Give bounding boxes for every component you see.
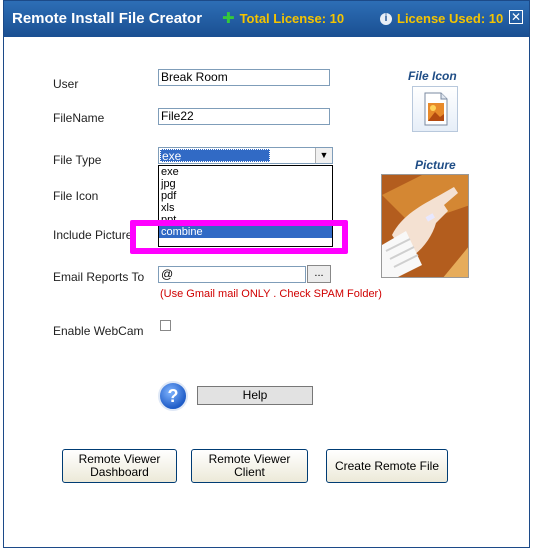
dropdown-option-exe[interactable]: exe (159, 166, 332, 178)
filetype-selected-value: exe (160, 149, 270, 163)
total-license: ✚ Total License: 10 (222, 11, 344, 26)
filename-input[interactable]: File22 (158, 108, 330, 125)
app-window: Remote Install File Creator ✚ Total Lice… (3, 0, 530, 548)
user-label: User (53, 77, 79, 91)
help-icon[interactable]: ? (158, 381, 188, 411)
image-file-icon (424, 92, 448, 126)
browse-button[interactable]: ... (307, 265, 331, 283)
email-label: Email Reports To (53, 270, 145, 284)
chevron-down-icon[interactable]: ▼ (315, 148, 332, 163)
dropdown-option-pdf[interactable]: pdf (159, 190, 332, 202)
email-warning: (Use Gmail mail ONLY . Check SPAM Folder… (160, 288, 382, 300)
plus-icon: ✚ (222, 10, 235, 27)
filename-label: FileName (53, 111, 105, 125)
dropdown-option-jpg[interactable]: jpg (159, 178, 332, 190)
close-button[interactable]: ✕ (509, 10, 523, 24)
license-used: i License Used: 10 (380, 11, 503, 26)
file-icon-title: File Icon (408, 69, 457, 83)
filetype-label: File Type (53, 153, 102, 167)
remote-viewer-dashboard-button[interactable]: Remote Viewer Dashboard (62, 449, 177, 483)
title-bar: Remote Install File Creator ✚ Total Lice… (4, 1, 529, 37)
info-icon: i (380, 12, 392, 25)
user-input[interactable]: Break Room (158, 69, 330, 86)
webcam-checkbox[interactable] (160, 320, 171, 331)
remote-viewer-client-button[interactable]: Remote Viewer Client (191, 449, 308, 483)
license-used-text: License Used: 10 (397, 11, 504, 26)
file-icon-preview[interactable] (412, 86, 458, 132)
hand-picture-image (382, 175, 468, 277)
email-input[interactable]: @ (158, 266, 306, 283)
window-title: Remote Install File Creator (12, 10, 203, 27)
webcam-label: Enable WebCam (53, 324, 144, 338)
highlight-annotation (130, 220, 348, 254)
include-picture-label: Include Picture (53, 228, 133, 242)
help-button[interactable]: Help (197, 386, 313, 405)
create-remote-file-button[interactable]: Create Remote File (326, 449, 448, 483)
fileicon-label: File Icon (53, 189, 99, 203)
picture-title: Picture (415, 158, 456, 172)
picture-preview[interactable] (381, 174, 469, 278)
total-license-text: Total License: 10 (239, 11, 345, 26)
filetype-select[interactable]: exe ▼ (158, 147, 333, 164)
dropdown-option-xls[interactable]: xls (159, 202, 332, 214)
